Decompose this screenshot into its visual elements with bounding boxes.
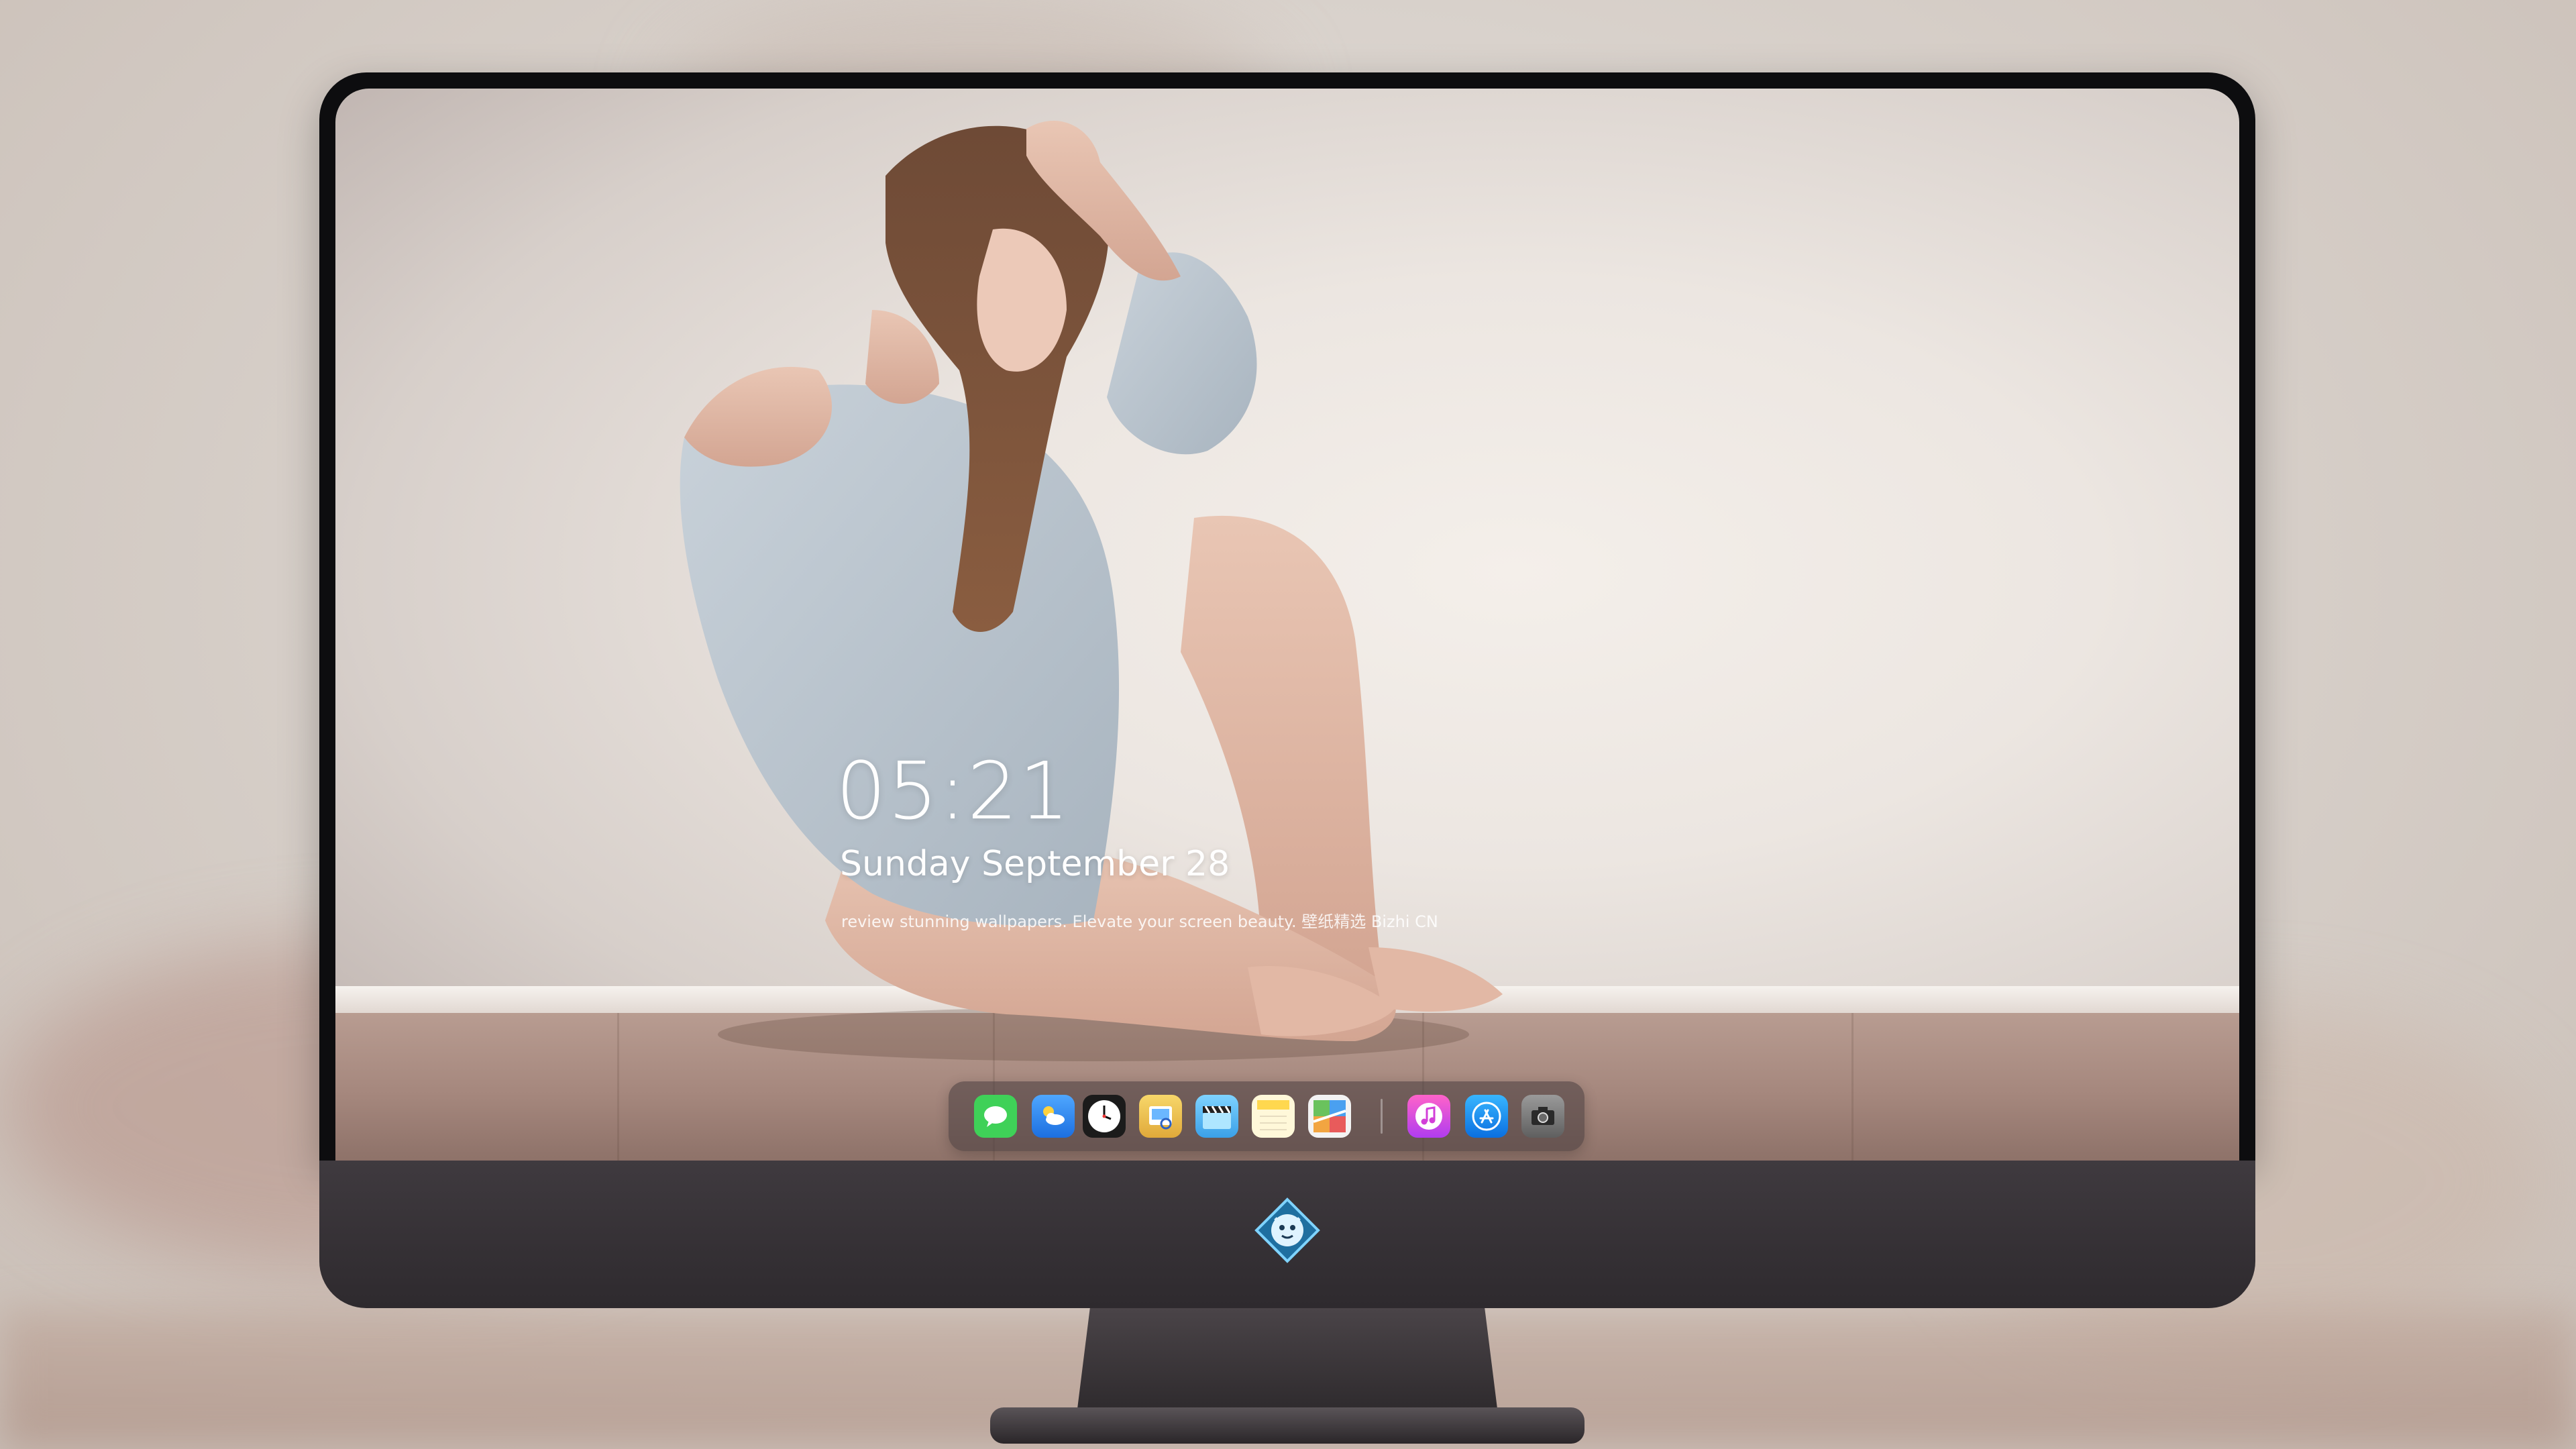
dock-item-maps[interactable]: [1308, 1095, 1351, 1138]
app-store-icon: [1472, 1102, 1501, 1131]
maps-icon: [1313, 1100, 1346, 1132]
dock-item-preview[interactable]: [1139, 1095, 1182, 1138]
dock-item-app-store[interactable]: [1465, 1095, 1508, 1138]
monitor-stand-neck: [1077, 1308, 1497, 1409]
dock-item-notes[interactable]: [1252, 1095, 1295, 1138]
dock-item-messages[interactable]: [974, 1095, 1017, 1138]
monitor-stand-base: [990, 1407, 1585, 1444]
weather-icon: [1043, 1106, 1065, 1125]
dock-separator: [1381, 1099, 1383, 1134]
notes-icon: [1257, 1100, 1289, 1130]
music-icon: [1415, 1103, 1442, 1130]
brand-logo-icon: [1254, 1197, 1320, 1263]
lockscreen-date: Sunday September 28: [840, 844, 1230, 884]
wallpaper-figure: [680, 121, 1503, 1061]
clapper-icon: [1203, 1106, 1231, 1129]
monitor-chin: [319, 1161, 2255, 1308]
messages-icon: [984, 1106, 1007, 1127]
lock-screen[interactable]: 05:21 Sunday September 28 review stunnin…: [335, 89, 2239, 1161]
preview-icon: [1149, 1106, 1172, 1130]
dock-item-clock[interactable]: [1083, 1095, 1126, 1138]
clock-icon: [1088, 1100, 1120, 1132]
lockscreen-clock: 05:21: [836, 745, 1071, 837]
dock-item-camera[interactable]: [1521, 1095, 1564, 1138]
monitor: 05:21 Sunday September 28 review stunnin…: [319, 72, 2255, 1444]
dock-item-video[interactable]: [1195, 1095, 1238, 1138]
dock: [949, 1081, 1585, 1151]
monitor-bezel: 05:21 Sunday September 28 review stunnin…: [319, 72, 2255, 1161]
camera-icon: [1532, 1107, 1554, 1125]
dock-item-weather[interactable]: [1032, 1095, 1075, 1138]
lockscreen-promo-text: review stunning wallpapers. Elevate your…: [841, 912, 1438, 931]
dock-item-music[interactable]: [1407, 1095, 1450, 1138]
